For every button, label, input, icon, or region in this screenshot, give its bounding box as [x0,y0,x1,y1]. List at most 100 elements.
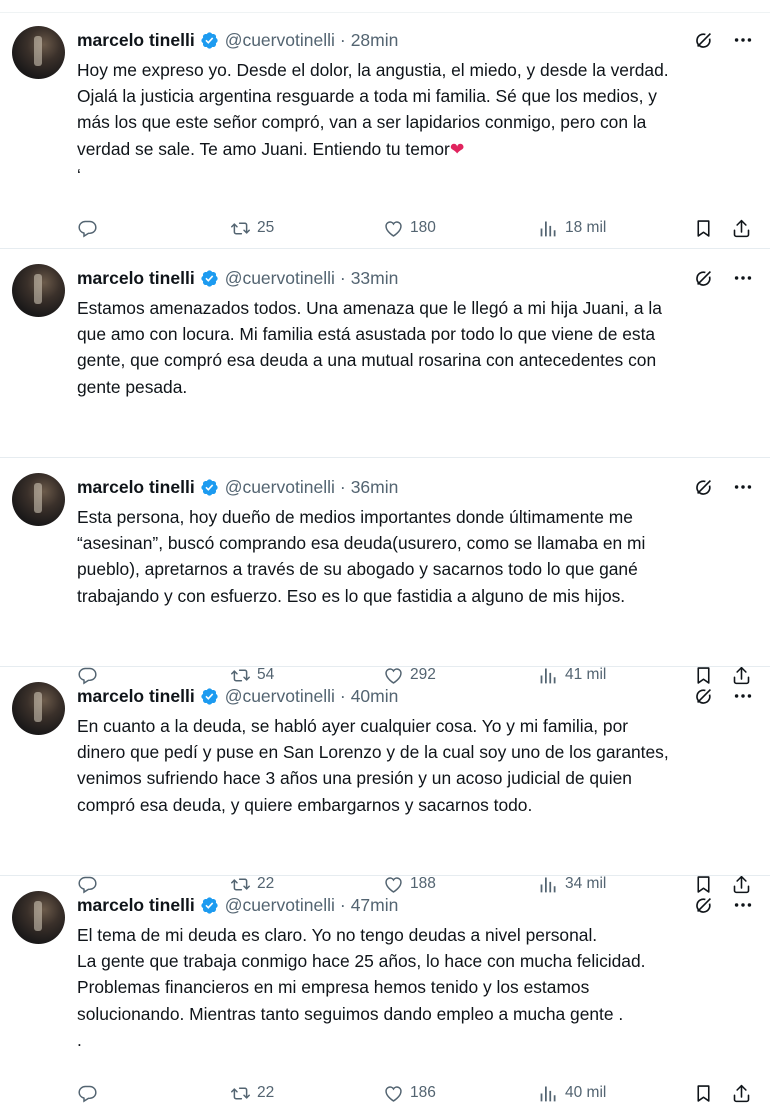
header-actions [693,894,754,916]
reply-button[interactable] [77,1083,98,1104]
tweet[interactable]: marcelo tinelli @cuervotinelli · 36min Esta … [0,457,770,893]
tweet-text-line: En cuanto a la deuda, se habló ayer cual… [77,716,629,736]
header-actions [693,476,754,498]
views-button[interactable]: 40 mil [538,1083,606,1104]
tweet-text-line: Estamos amenazados todos. Una amenaza qu… [77,298,662,318]
tweet-text-line: pueblo), apretarnos a través de su aboga… [77,559,638,580]
tweet-text-line: compró esa deuda, y quiere embargarnos y… [77,794,533,815]
reply-icon [77,1083,98,1104]
grok-icon[interactable] [693,29,715,51]
tweet-header: marcelo tinelli @cuervotinelli · 36min [77,474,398,500]
separator-dot: · [339,894,346,915]
views-icon [538,218,559,239]
grok-icon[interactable] [693,685,715,707]
tweet[interactable]: marcelo tinelli @cuervotinelli · 28min Hoy m… [0,10,770,249]
header-actions [693,29,754,51]
bookmark-icon [693,1083,714,1104]
timestamp[interactable]: 40min [351,686,399,707]
like-count: 186 [410,1084,436,1101]
header-actions [693,685,754,707]
share-button[interactable] [731,1083,752,1104]
grok-icon[interactable] [693,476,715,498]
tweet-text-line: ‘ [77,164,81,185]
views-count: 18 mil [565,219,607,236]
retweet-count: 25 [257,219,275,236]
tweet-text-line: La gente que trabaja conmigo hace 25 año… [77,951,646,972]
timestamp[interactable]: 33min [351,268,399,289]
more-icon[interactable] [732,29,754,51]
reply-button[interactable] [77,218,98,239]
tweet-text: Estamos amenazados todos. Una amenaza qu… [77,295,757,400]
share-icon [731,218,752,239]
red-heart-emoji: ❤ [449,138,465,159]
tweet-text-line: verdad se sale. Te amo Juani. Entiendo t… [77,138,465,159]
tweet[interactable]: marcelo tinelli @cuervotinelli · 33min Estam… [0,248,770,684]
tweet-text-line: “asesinan”, buscó comprando esa deuda(us… [77,533,646,554]
tweet-text-line: Ojalá la justicia argentina resguarde a … [77,86,657,107]
separator-dot: · [339,476,346,497]
grok-icon[interactable] [693,267,715,289]
share-button[interactable] [731,218,752,239]
avatar[interactable] [12,891,65,944]
tweet-text: El tema de mi deuda es claro. Yo no teng… [77,922,757,1053]
display-name[interactable]: marcelo tinelli [77,895,195,916]
tweet-text-line: El tema de mi deuda es claro. Yo no teng… [77,925,598,945]
handle[interactable]: @cuervotinelli [225,268,335,289]
retweet-icon [230,1083,251,1104]
more-icon[interactable] [732,685,754,707]
display-name[interactable]: marcelo tinelli [77,477,195,498]
header-actions [693,267,754,289]
tweet-text-line: Hoy me expreso yo. Desde el dolor, la an… [77,60,669,80]
verified-badge-icon [200,687,219,706]
tweet-text-line: Problemas financieros en mi empresa hemo… [77,977,590,998]
display-name[interactable]: marcelo tinelli [77,268,195,289]
handle[interactable]: @cuervotinelli [225,30,335,51]
handle[interactable]: @cuervotinelli [225,477,335,498]
like-button[interactable]: 180 [383,218,436,239]
display-name[interactable]: marcelo tinelli [77,686,195,707]
retweet-icon [230,218,251,239]
reply-icon [77,218,98,239]
tweet-header: marcelo tinelli @cuervotinelli · 47min [77,892,398,918]
verified-badge-icon [200,478,219,497]
like-count: 180 [410,219,436,236]
tweet-text-line: gente pesada. [77,376,188,397]
separator-dot: · [339,267,346,288]
verified-badge-icon [200,269,219,288]
grok-icon[interactable] [693,894,715,916]
separator-dot: · [339,29,346,50]
avatar[interactable] [12,26,65,79]
avatar[interactable] [12,682,65,735]
separator-dot: · [339,685,346,706]
timestamp[interactable]: 36min [351,477,399,498]
more-icon[interactable] [732,894,754,916]
retweet-button[interactable]: 22 [230,1083,274,1104]
timestamp[interactable]: 28min [351,30,399,51]
tweet-text-line: solucionando. Mientras tanto seguimos da… [77,1003,624,1024]
tweet-text-line: que amo con locura. Mi familia está asus… [77,324,656,345]
handle[interactable]: @cuervotinelli [225,686,335,707]
tweet-header: marcelo tinelli @cuervotinelli · 28min [77,27,398,53]
tweet[interactable]: marcelo tinelli @cuervotinelli · 40min En cu… [0,666,770,1102]
retweet-button[interactable]: 25 [230,218,274,239]
handle[interactable]: @cuervotinelli [225,895,335,916]
tweet-text: En cuanto a la deuda, se habló ayer cual… [77,713,757,818]
tweet[interactable]: marcelo tinelli @cuervotinelli · 47min El te… [0,875,770,1085]
like-icon [383,1083,404,1104]
bookmark-button[interactable] [693,218,714,239]
more-icon[interactable] [732,476,754,498]
bookmark-icon [693,218,714,239]
tweet-text-line: . [77,1029,82,1050]
bookmark-button[interactable] [693,1083,714,1104]
views-button[interactable]: 18 mil [538,218,606,239]
timestamp[interactable]: 47min [351,895,399,916]
tweet-header: marcelo tinelli @cuervotinelli · 33min [77,265,398,291]
more-icon[interactable] [732,267,754,289]
verified-badge-icon [200,31,219,50]
avatar[interactable] [12,264,65,317]
tweet-text: Hoy me expreso yo. Desde el dolor, la an… [77,57,757,188]
display-name[interactable]: marcelo tinelli [77,30,195,51]
tweet-text-line: más los que este señor compró, van a ser… [77,112,647,133]
like-button[interactable]: 186 [383,1083,436,1104]
avatar[interactable] [12,473,65,526]
